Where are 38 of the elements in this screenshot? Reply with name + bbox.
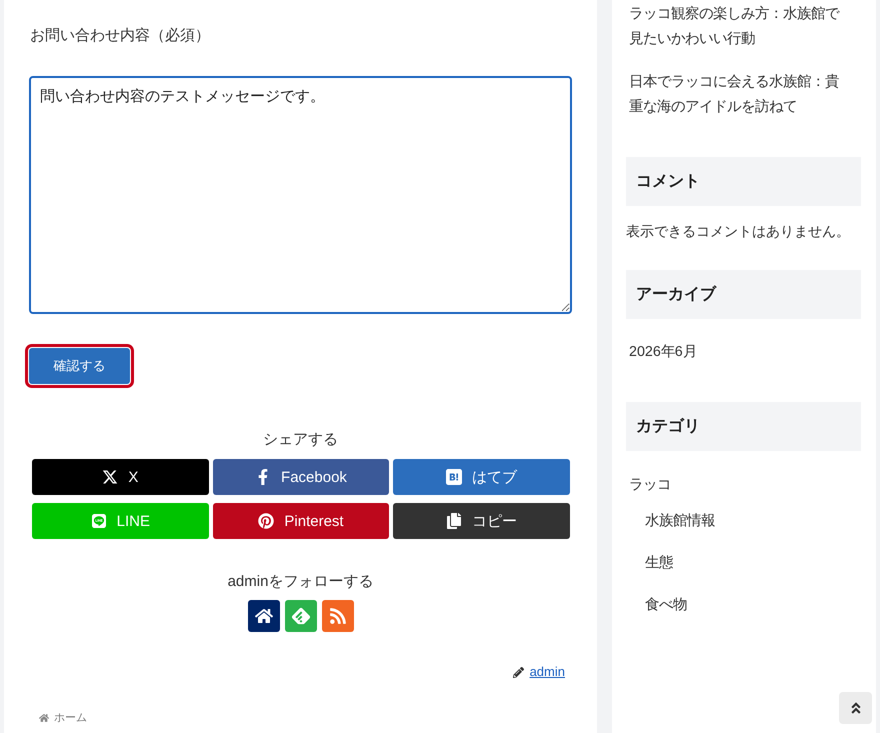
home-icon <box>39 713 49 723</box>
share-button[interactable]: コピー <box>393 503 570 539</box>
field-label: お問い合わせ内容（必須） <box>29 26 211 46</box>
chevrons-up-icon <box>848 701 862 715</box>
breadcrumb-link[interactable]: ホーム <box>54 711 87 725</box>
share-button[interactable]: X <box>32 459 209 495</box>
pinterest-logo-icon <box>258 513 274 529</box>
pencil-icon <box>512 666 524 678</box>
hatena-logo-icon <box>446 469 462 485</box>
line-logo-icon <box>90 513 107 529</box>
share-button[interactable]: はてブ <box>393 459 570 495</box>
rss-feed-button[interactable] <box>322 600 354 632</box>
scroll-to-top-button[interactable] <box>839 692 872 724</box>
share-heading: シェアする <box>262 430 339 450</box>
author-link[interactable]: admin <box>530 663 565 681</box>
confirm-button[interactable]: 確認する <box>29 348 130 384</box>
category-link[interactable]: 水族館情報 <box>645 508 715 534</box>
home-icon <box>254 607 272 625</box>
category-link[interactable]: 生態 <box>645 550 673 576</box>
feedly-button[interactable] <box>284 600 316 632</box>
rss-icon <box>328 607 346 625</box>
no-comments-text: 表示できるコメントはありません。 <box>626 222 851 241</box>
share-button[interactable]: Pinterest <box>212 503 390 539</box>
recent-post-link[interactable]: ラッコ観察の楽しみ方：水族館で見たいかわいい行動 <box>629 2 851 52</box>
recent-post-link[interactable]: 日本でラッコに会える水族館：貴重な海のアイドルを訪ねて <box>629 70 851 120</box>
home-button[interactable] <box>248 600 280 632</box>
x-logo-icon <box>102 469 118 485</box>
copy-icon <box>446 513 462 529</box>
follow-heading: adminをフォローする <box>228 572 374 592</box>
widget-heading: アーカイブ <box>626 270 861 319</box>
category-link[interactable]: 食べ物 <box>645 592 687 618</box>
message-field[interactable]: 問い合わせ内容のテストメッセージです。 <box>29 76 572 314</box>
archive-link[interactable]: 2026年6月 <box>626 340 863 365</box>
category-link[interactable]: ラッコ <box>629 472 671 498</box>
widget-heading: カテゴリ <box>626 402 861 451</box>
feedly-logo-icon <box>292 607 310 625</box>
share-button[interactable]: Facebook <box>212 459 390 495</box>
widget-heading: コメント <box>626 157 861 206</box>
